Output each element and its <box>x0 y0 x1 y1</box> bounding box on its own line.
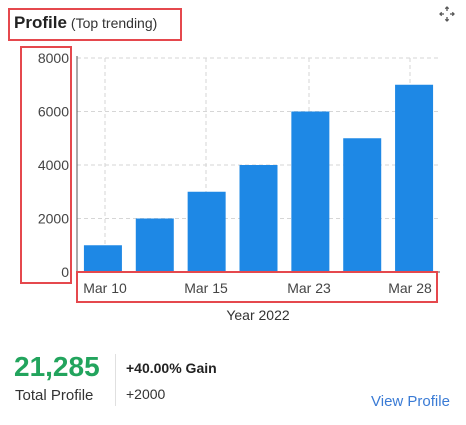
view-profile-link[interactable]: View Profile <box>371 393 450 410</box>
x-axis-title: Year 2022 <box>226 307 290 323</box>
x-axis-highlight-box <box>76 271 438 303</box>
bar <box>395 84 434 272</box>
bar <box>239 165 278 272</box>
gain-delta: +2000 <box>126 386 166 402</box>
gain-percentage: +40.00% Gain <box>126 360 217 376</box>
total-profile-value: 21,285 <box>14 351 100 382</box>
total-profile-label: Total Profile <box>15 387 94 404</box>
bar <box>83 245 122 272</box>
bar <box>291 111 330 272</box>
bar <box>135 218 174 272</box>
bar <box>187 191 226 272</box>
bar <box>343 138 382 272</box>
y-axis-highlight-box <box>20 46 72 284</box>
stats-divider <box>115 354 116 406</box>
